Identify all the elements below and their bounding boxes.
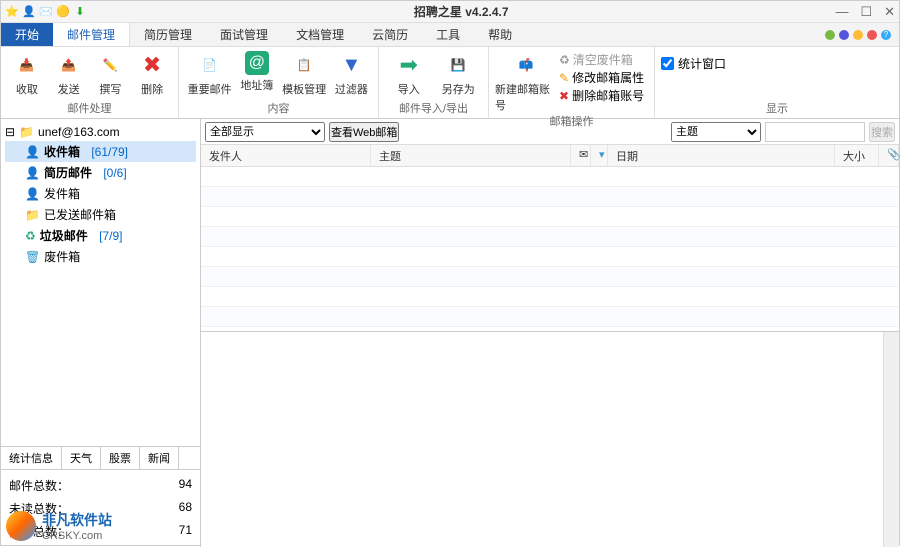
template-button[interactable]: 📋模板管理 — [280, 49, 329, 97]
spam-folder[interactable]: ♻垃圾邮件 [7/9] — [5, 225, 196, 246]
list-header: 发件人 主题 ✉ ▾ 日期 大小 📎 — [201, 145, 899, 167]
help-icon[interactable]: ? — [881, 30, 891, 40]
star-icon[interactable]: ⭐ — [5, 5, 19, 19]
col-date[interactable]: 日期 — [608, 145, 835, 166]
watermark: 非凡软件站 CRSKY.com — [6, 510, 112, 542]
list-row[interactable] — [201, 247, 899, 267]
clear-trash-button[interactable]: ♻清空废件箱 — [559, 51, 644, 68]
tab-stats[interactable]: 统计信息 — [1, 447, 62, 469]
search-input[interactable] — [765, 122, 865, 142]
minus-icon: ⊟ — [5, 125, 15, 139]
mail-icon[interactable]: ✉️ — [39, 5, 53, 19]
user-icon: 👤 — [25, 187, 40, 201]
list-row[interactable] — [201, 287, 899, 307]
tab-cloud[interactable]: 云简历 — [358, 23, 422, 46]
down-icon[interactable]: ⬇ — [73, 5, 87, 19]
preview-pane — [201, 331, 899, 547]
tab-stock[interactable]: 股票 — [101, 447, 140, 469]
mail-icon[interactable]: ✉ — [571, 145, 591, 166]
group-label: 内容 — [185, 100, 372, 116]
inbox-folder[interactable]: 👤收件箱 [61/79] — [5, 141, 196, 162]
window-title: 招聘之星 v4.2.4.7 — [87, 3, 835, 20]
minimize-button[interactable]: — — [835, 4, 848, 20]
stat-row: 邮件总数：94 — [9, 474, 192, 497]
group-label: 邮件处理 — [7, 100, 172, 116]
search-button[interactable]: 搜索 — [869, 122, 895, 142]
tab-resume[interactable]: 简历管理 — [130, 23, 206, 46]
folder-icon: 📁 — [19, 125, 34, 139]
user-icon: 👤 — [25, 145, 40, 159]
outbox-folder[interactable]: 👤发件箱 — [5, 183, 196, 204]
col-subject[interactable]: 主题 — [371, 145, 571, 166]
user-icon[interactable]: 👤 — [22, 5, 36, 19]
account-node[interactable]: ⊟📁unef@163.com — [5, 123, 196, 141]
tab-tools[interactable]: 工具 — [422, 23, 474, 46]
mail-list — [201, 167, 899, 331]
filter-button[interactable]: ▼过滤器 — [331, 49, 372, 97]
receive-button[interactable]: 📥收取 — [7, 49, 47, 97]
list-row[interactable] — [201, 267, 899, 287]
view-web-button[interactable]: 查看Web邮箱 — [329, 122, 399, 142]
recycle-icon: ♻ — [25, 229, 36, 243]
list-row[interactable] — [201, 307, 899, 327]
sent-folder[interactable]: 📁已发送邮件箱 — [5, 204, 196, 225]
send-button[interactable]: 📤发送 — [49, 49, 89, 97]
contacts-button[interactable]: @地址簿 — [236, 49, 277, 93]
group-label: 邮件导入/导出 — [385, 100, 482, 116]
coin-icon[interactable]: 🟡 — [56, 5, 70, 19]
tab-mail[interactable]: 邮件管理 — [53, 23, 130, 46]
attach-icon[interactable]: 📎 — [879, 145, 899, 166]
tab-weather[interactable]: 天气 — [62, 447, 101, 469]
folder-icon: 📁 — [25, 208, 40, 222]
subject-select[interactable]: 主题 — [671, 122, 761, 142]
trash-icon: 🗑 — [25, 250, 40, 264]
compose-button[interactable]: ✏️撰写 — [91, 49, 131, 97]
resume-folder[interactable]: 👤简历邮件 [0/6] — [5, 162, 196, 183]
recycle-icon: ♻ — [559, 53, 570, 67]
group-label: 显示 — [661, 100, 893, 116]
tab-interview[interactable]: 面试管理 — [206, 23, 282, 46]
list-row[interactable] — [201, 167, 899, 187]
col-sender[interactable]: 发件人 — [201, 145, 371, 166]
tab-help[interactable]: 帮助 — [474, 23, 526, 46]
import-button[interactable]: ➡导入 — [385, 49, 433, 97]
filter-select[interactable]: 全部显示 — [205, 122, 325, 142]
maximize-button[interactable]: ☐ — [860, 4, 872, 20]
col-size[interactable]: 大小 — [835, 145, 879, 166]
scrollbar[interactable] — [883, 332, 899, 547]
user-icon: 👤 — [25, 166, 40, 180]
delete-button[interactable]: ✖删除 — [132, 49, 172, 97]
list-row[interactable] — [201, 187, 899, 207]
chevron-down-icon[interactable]: ▾ — [591, 145, 608, 166]
dot-icon[interactable] — [853, 30, 863, 40]
tab-start[interactable]: 开始 — [1, 23, 53, 46]
important-button[interactable]: 📄重要邮件 — [185, 49, 234, 97]
close-button[interactable]: ✕ — [884, 4, 895, 20]
delete-account-button[interactable]: ✖删除邮箱账号 — [559, 87, 644, 104]
list-row[interactable] — [201, 227, 899, 247]
stats-window-checkbox[interactable]: 统计窗口 — [661, 49, 726, 72]
edit-account-button[interactable]: ✎修改邮箱属性 — [559, 69, 644, 86]
logo-icon — [6, 511, 36, 541]
new-account-button[interactable]: 📫新建邮箱账号 — [495, 49, 557, 113]
dot-icon[interactable] — [825, 30, 835, 40]
tab-news[interactable]: 新闻 — [140, 447, 179, 469]
list-row[interactable] — [201, 207, 899, 227]
dot-icon[interactable] — [839, 30, 849, 40]
saveas-button[interactable]: 💾另存为 — [435, 49, 483, 97]
x-icon: ✖ — [559, 89, 569, 103]
pencil-icon: ✎ — [559, 71, 569, 85]
tab-doc[interactable]: 文档管理 — [282, 23, 358, 46]
trash-folder[interactable]: 🗑废件箱 — [5, 246, 196, 267]
dot-icon[interactable] — [867, 30, 877, 40]
